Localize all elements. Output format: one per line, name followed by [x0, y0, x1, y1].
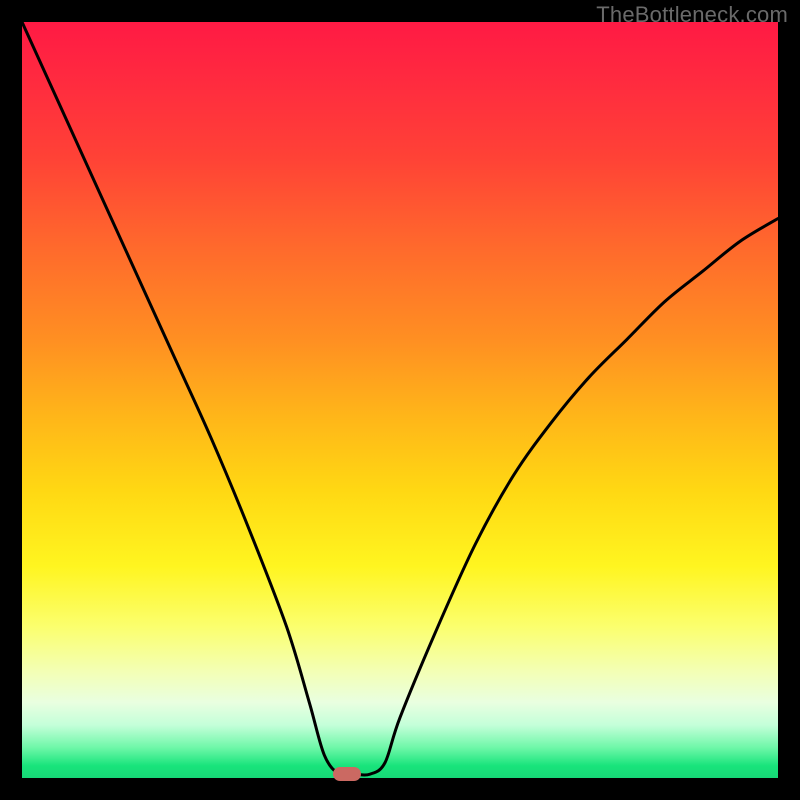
bottleneck-curve	[22, 22, 778, 778]
chart-frame: TheBottleneck.com	[0, 0, 800, 800]
plot-area	[22, 22, 778, 778]
optimal-point-marker	[333, 767, 361, 781]
